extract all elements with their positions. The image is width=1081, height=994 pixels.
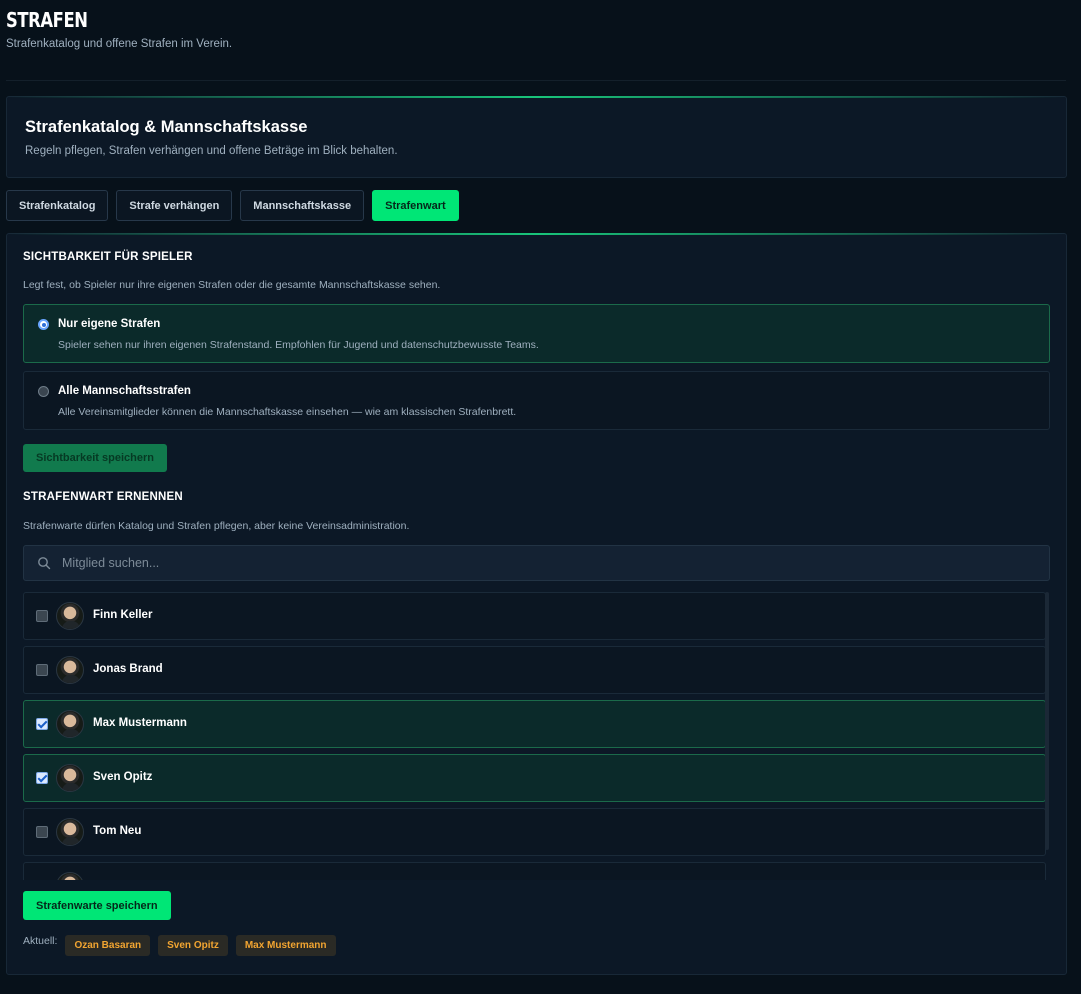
strafenwart-panel: SICHTBARKEIT FÜR SPIELER Legt fest, ob S… [6, 233, 1067, 975]
member-list[interactable]: Finn Keller Jonas Brand Max Mustermann S… [23, 592, 1050, 880]
visibility-title: SICHTBARKEIT FÜR SPIELER [23, 251, 193, 263]
avatar [56, 710, 84, 738]
member-row-jonas-brand[interactable]: Jonas Brand [23, 646, 1046, 694]
tab-strafenkatalog[interactable]: Strafenkatalog [6, 190, 109, 221]
save-visibility-button[interactable]: Sichtbarkeit speichern [23, 444, 167, 472]
member-list-scrollbar[interactable] [1045, 592, 1049, 850]
page-title: STRAFEN [6, 8, 88, 32]
avatar [56, 872, 84, 880]
current-strafenwarte: Aktuell: Ozan Basaran Sven Opitz Max Mus… [23, 935, 344, 956]
visibility-description: Legt fest, ob Spieler nur ihre eigenen S… [23, 279, 441, 291]
strafenwart-chip: Sven Opitz [158, 935, 228, 956]
tab-strafe-verhaengen[interactable]: Strafe verhängen [116, 190, 233, 221]
member-name: Tom Neu [93, 825, 142, 837]
strafenwart-chip: Max Mustermann [235, 935, 336, 956]
tab-bar: Strafenkatalog Strafe verhängen Mannscha… [6, 190, 459, 221]
save-strafenwarte-button[interactable]: Strafenwarte speichern [23, 891, 171, 920]
current-label: Aktuell: [23, 935, 58, 947]
appoint-title: STRAFENWART ERNENNEN [23, 491, 183, 503]
visibility-option-all[interactable]: Alle Mannschaftsstrafen Alle Vereinsmitg… [23, 371, 1050, 430]
page-header: STRAFEN Strafenkatalog und offene Strafe… [6, 8, 232, 50]
header-divider [6, 80, 1066, 81]
option-label: Alle Mannschaftsstrafen [58, 385, 191, 397]
avatar [56, 602, 84, 630]
checkbox[interactable] [36, 664, 48, 676]
strafenwart-chip: Ozan Basaran [65, 935, 151, 956]
checkbox[interactable] [36, 610, 48, 622]
avatar [56, 656, 84, 684]
member-search[interactable] [23, 545, 1050, 581]
avatar [56, 764, 84, 792]
member-row-max-mustermann[interactable]: Max Mustermann [23, 700, 1046, 748]
hero-title: Strafenkatalog & Mannschaftskasse [25, 118, 308, 136]
search-icon [38, 557, 51, 570]
checkbox[interactable] [36, 826, 48, 838]
avatar [56, 818, 84, 846]
search-input[interactable] [62, 546, 1022, 580]
radio-button[interactable] [38, 386, 49, 397]
option-label: Nur eigene Strafen [58, 318, 161, 330]
option-description: Alle Vereinsmitglieder können die Mannsc… [58, 406, 517, 418]
member-row-partial[interactable] [23, 862, 1046, 880]
tab-mannschaftskasse[interactable]: Mannschaftskasse [240, 190, 365, 221]
hero-description: Regeln pflegen, Strafen verhängen und of… [25, 145, 398, 157]
visibility-option-own[interactable]: Nur eigene Strafen Spieler sehen nur ihr… [23, 304, 1050, 363]
member-name: Finn Keller [93, 609, 153, 621]
page-subtitle: Strafenkatalog und offene Strafen im Ver… [6, 38, 233, 50]
tab-strafenwart[interactable]: Strafenwart [372, 190, 459, 221]
member-row-finn-keller[interactable]: Finn Keller [23, 592, 1046, 640]
option-description: Spieler sehen nur ihren eigenen Strafens… [58, 339, 539, 351]
member-row-sven-opitz[interactable]: Sven Opitz [23, 754, 1046, 802]
hero-card: Strafenkatalog & Mannschaftskasse Regeln… [6, 96, 1067, 178]
member-name: Jonas Brand [93, 663, 163, 675]
member-name: Sven Opitz [93, 771, 153, 783]
checkbox[interactable] [36, 718, 48, 730]
radio-button[interactable] [38, 319, 49, 330]
member-row-tom-neu[interactable]: Tom Neu [23, 808, 1046, 856]
checkbox[interactable] [36, 772, 48, 784]
appoint-description: Strafenwarte dürfen Katalog und Strafen … [23, 520, 410, 532]
member-name: Max Mustermann [93, 717, 187, 729]
